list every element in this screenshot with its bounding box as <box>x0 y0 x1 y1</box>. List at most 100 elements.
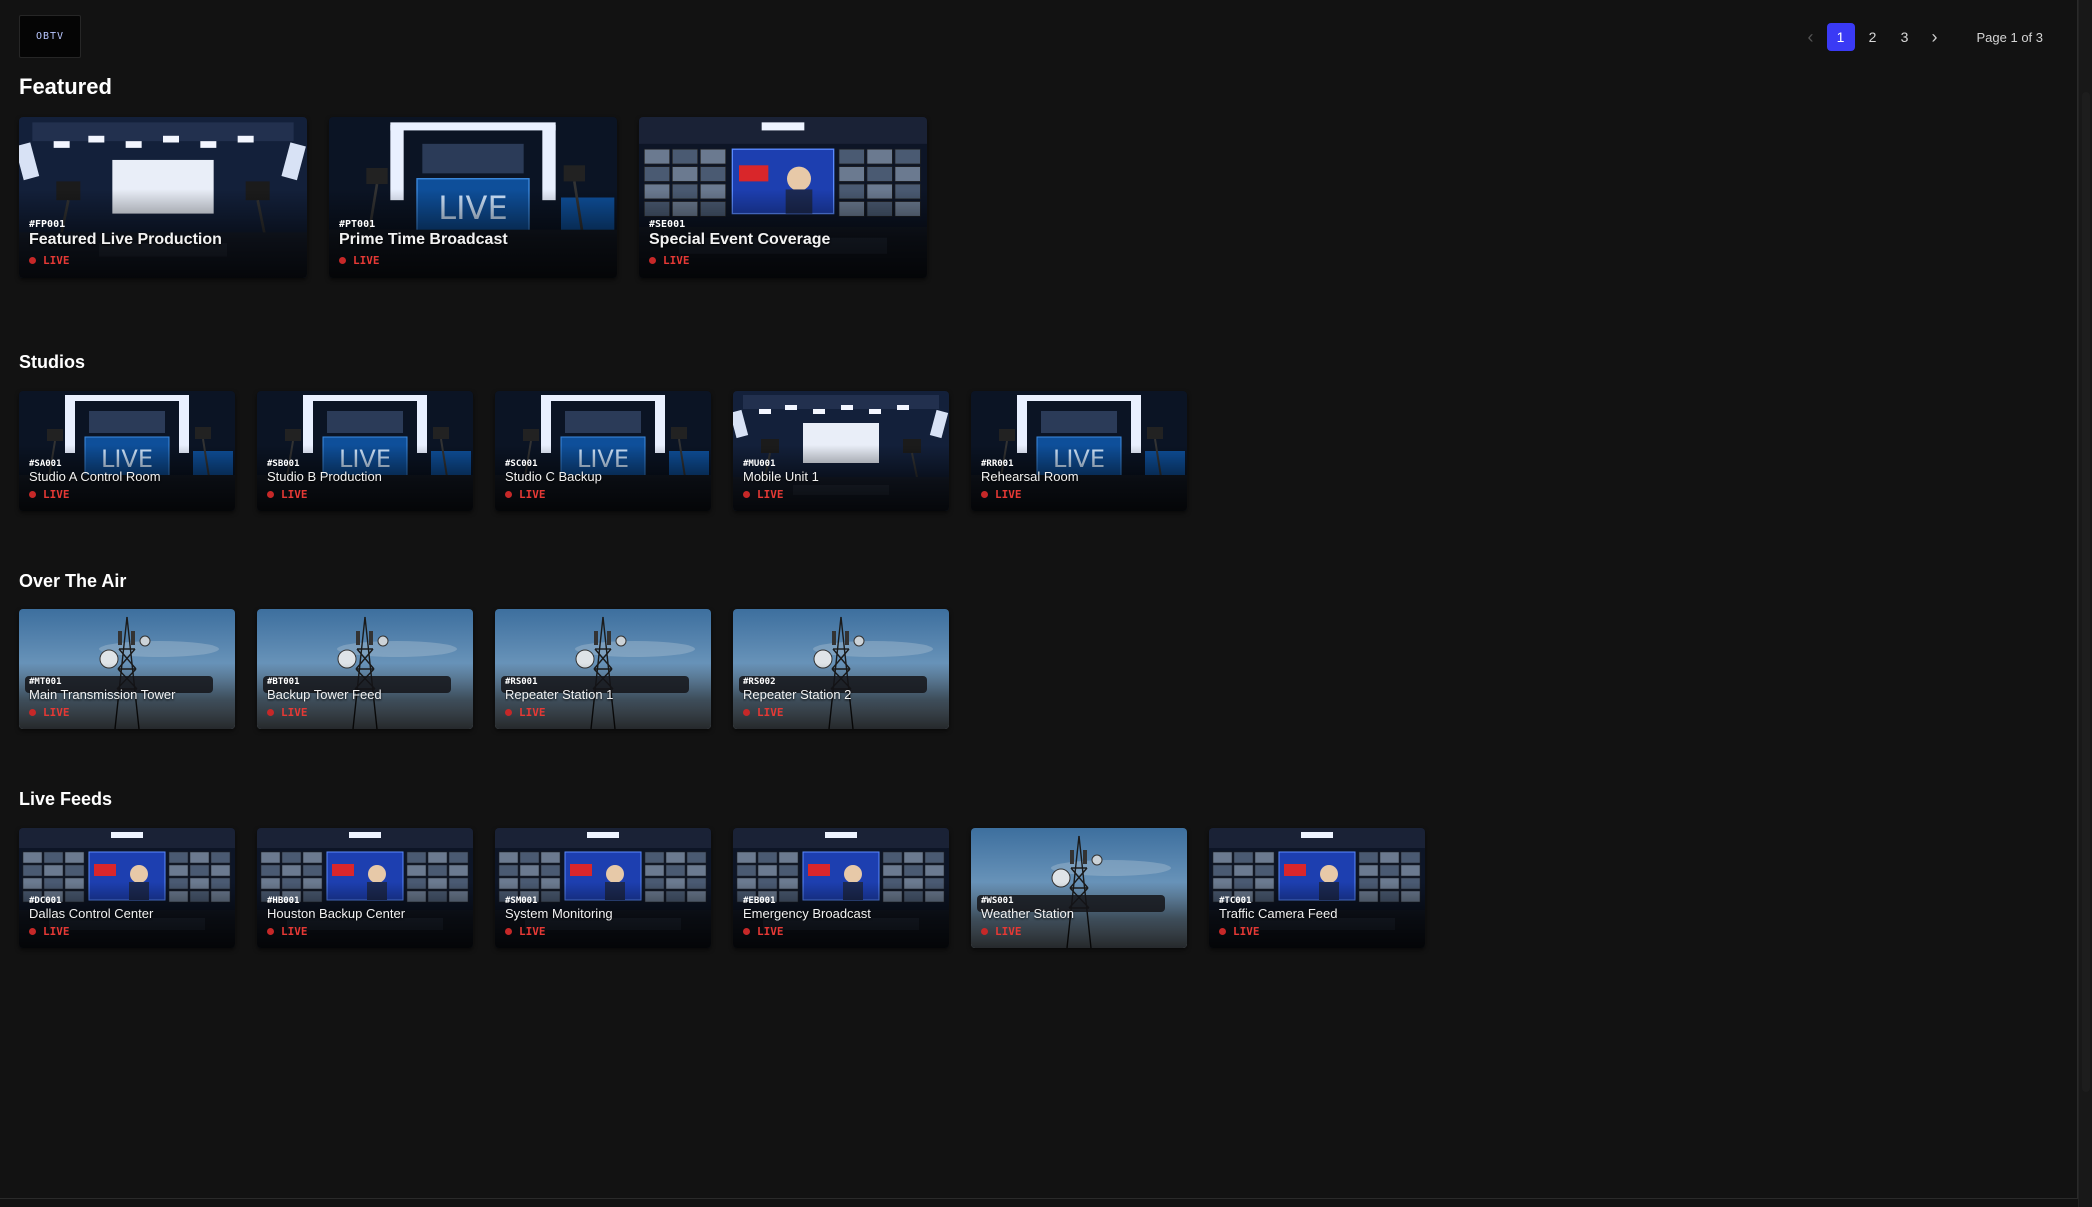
live-label: LIVE <box>281 705 308 719</box>
stream-name: Studio B Production <box>267 470 382 484</box>
prev-page-icon[interactable]: ‹ <box>1797 23 1825 51</box>
stream-card[interactable]: #FP001 Featured Live Production LIVE <box>19 117 307 278</box>
live-indicator: LIVE <box>981 925 1179 938</box>
stream-name: Emergency Broadcast <box>743 907 871 921</box>
stream-card[interactable]: #SE001 Special Event Coverage LIVE <box>639 117 927 278</box>
main-page: OBTV ‹ 1 2 3 › Page 1 of 3 Featured #FP0… <box>0 0 2078 1199</box>
live-label: LIVE <box>663 253 690 267</box>
card-text: #MT001 Main Transmission Tower LIVE <box>29 678 227 719</box>
stream-card[interactable]: #HB001 Houston Backup Center LIVE <box>257 828 473 948</box>
stream-id: #EB001 <box>743 896 776 906</box>
stream-card[interactable]: #SM001 System Monitoring LIVE <box>495 828 711 948</box>
stream-id: #RS001 <box>505 677 538 687</box>
stream-card[interactable]: #MT001 Main Transmission Tower LIVE <box>19 609 235 729</box>
scrollbar[interactable] <box>2078 0 2092 1207</box>
live-indicator: LIVE <box>743 488 941 501</box>
card-text: #SC001 Studio C Backup LIVE <box>505 460 703 501</box>
stream-card[interactable]: LIVE #SB001 Studio B Production LIVE <box>257 391 473 511</box>
over-the-air-row: #MT001 Main Transmission Tower LIVE #BT0… <box>19 609 971 729</box>
live-dot-icon <box>29 256 36 264</box>
live-indicator: LIVE <box>339 254 609 267</box>
live-dot-icon <box>267 708 274 716</box>
pagination: ‹ 1 2 3 › Page 1 of 3 <box>1797 23 2044 51</box>
live-label: LIVE <box>353 253 380 267</box>
page-info: Page 1 of 3 <box>1976 29 2044 45</box>
live-dot-icon <box>29 708 36 716</box>
stream-name: Mobile Unit 1 <box>743 470 819 484</box>
page-button-2[interactable]: 2 <box>1859 23 1887 51</box>
stream-card[interactable]: #RS001 Repeater Station 1 LIVE <box>495 609 711 729</box>
live-indicator: LIVE <box>29 488 227 501</box>
stream-card[interactable]: #RS002 Repeater Station 2 LIVE <box>733 609 949 729</box>
stream-id: #MU001 <box>743 459 776 469</box>
next-page-icon[interactable]: › <box>1921 23 1949 51</box>
live-dot-icon <box>267 927 274 935</box>
live-label: LIVE <box>43 924 70 938</box>
live-dot-icon <box>505 708 512 716</box>
section-title-over-the-air: Over The Air <box>19 571 127 591</box>
stream-name: Traffic Camera Feed <box>1219 907 1338 921</box>
stream-id: #SE001 <box>649 219 686 230</box>
live-indicator: LIVE <box>1219 925 1417 938</box>
live-indicator: LIVE <box>743 925 941 938</box>
stream-name: Main Transmission Tower <box>29 688 176 702</box>
stream-name: Special Event Coverage <box>649 232 831 248</box>
stream-card[interactable]: #TC001 Traffic Camera Feed LIVE <box>1209 828 1425 948</box>
stream-card[interactable]: #MU001 Mobile Unit 1 LIVE <box>733 391 949 511</box>
stream-id: #FP001 <box>29 219 66 230</box>
card-text: #DC001 Dallas Control Center LIVE <box>29 897 227 938</box>
card-text: #SM001 System Monitoring LIVE <box>505 897 703 938</box>
stream-name: Weather Station <box>981 907 1074 921</box>
card-text: #RR001 Rehearsal Room LIVE <box>981 460 1179 501</box>
card-text: #HB001 Houston Backup Center LIVE <box>267 897 465 938</box>
card-text: #FP001 Featured Live Production LIVE <box>29 220 299 267</box>
stream-card[interactable]: LIVE #PT001 Prime Time Broadcast LIVE <box>329 117 617 278</box>
logo[interactable]: OBTV <box>19 15 81 58</box>
studios-row: LIVE #SA001 Studio A Control Room LIVE <box>19 391 1209 511</box>
live-indicator: LIVE <box>505 925 703 938</box>
live-dot-icon <box>743 927 750 935</box>
live-label: LIVE <box>43 487 70 501</box>
live-indicator: LIVE <box>981 488 1179 501</box>
stream-name: Featured Live Production <box>29 232 222 248</box>
live-feeds-row: #DC001 Dallas Control Center LIVE #HB001… <box>19 828 1447 948</box>
card-text: #MU001 Mobile Unit 1 LIVE <box>743 460 941 501</box>
stream-id: #SA001 <box>29 459 62 469</box>
card-text: #TC001 Traffic Camera Feed LIVE <box>1219 897 1417 938</box>
card-text: #SE001 Special Event Coverage LIVE <box>649 220 919 267</box>
live-dot-icon <box>29 927 36 935</box>
section-title-live-feeds: Live Feeds <box>19 789 113 809</box>
live-dot-icon <box>743 490 750 498</box>
stream-id: #PT001 <box>339 219 376 230</box>
live-label: LIVE <box>757 705 784 719</box>
live-dot-icon <box>1219 927 1226 935</box>
stream-id: #HB001 <box>267 896 300 906</box>
stream-card[interactable]: LIVE #RR001 Rehearsal Room LIVE <box>971 391 1187 511</box>
live-indicator: LIVE <box>29 706 227 719</box>
stream-name: Studio A Control Room <box>29 470 161 484</box>
stream-name: Repeater Station 1 <box>505 688 614 702</box>
stream-card[interactable]: #DC001 Dallas Control Center LIVE <box>19 828 235 948</box>
page-button-1[interactable]: 1 <box>1826 23 1855 51</box>
featured-row: #FP001 Featured Live Production LIVE LIV… <box>19 117 949 278</box>
card-text: #SA001 Studio A Control Room LIVE <box>29 460 227 501</box>
live-label: LIVE <box>281 924 308 938</box>
scrollbar-thumb[interactable] <box>2082 92 2090 1092</box>
stream-card[interactable]: #EB001 Emergency Broadcast LIVE <box>733 828 949 948</box>
page-button-3[interactable]: 3 <box>1891 23 1919 51</box>
card-text: #SB001 Studio B Production LIVE <box>267 460 465 501</box>
live-label: LIVE <box>519 487 546 501</box>
stream-card[interactable]: LIVE #SC001 Studio C Backup LIVE <box>495 391 711 511</box>
stream-card[interactable]: #BT001 Backup Tower Feed LIVE <box>257 609 473 729</box>
section-title-studios: Studios <box>19 352 85 372</box>
stream-id: #BT001 <box>267 677 300 687</box>
live-label: LIVE <box>995 924 1022 938</box>
live-dot-icon <box>981 927 988 935</box>
stream-name: Rehearsal Room <box>981 470 1079 484</box>
live-dot-icon <box>267 490 274 498</box>
stream-name: Studio C Backup <box>505 470 602 484</box>
stream-card[interactable]: LIVE #SA001 Studio A Control Room LIVE <box>19 391 235 511</box>
live-label: LIVE <box>43 705 70 719</box>
stream-card[interactable]: #WS001 Weather Station LIVE <box>971 828 1187 948</box>
card-text: #EB001 Emergency Broadcast LIVE <box>743 897 941 938</box>
